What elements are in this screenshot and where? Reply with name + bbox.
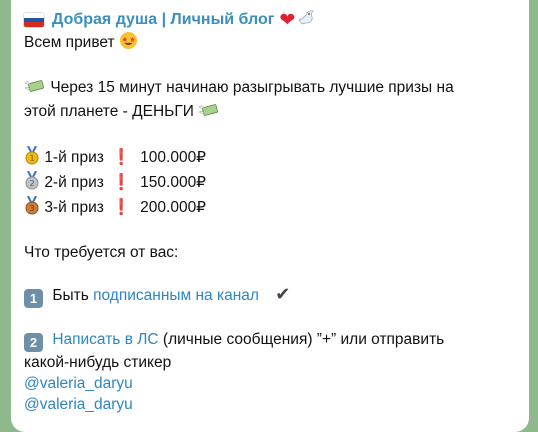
svg-text:1: 1: [29, 154, 34, 163]
write-dm-link[interactable]: Написать в ЛС: [52, 331, 158, 348]
keycap-1-icon: 1: [24, 289, 43, 308]
requirement-step-2: 2 Написать в ЛС (личные сообщения) ”+” и…: [24, 329, 515, 352]
requirement-step-2-cont: какой-нибудь стикер: [24, 354, 172, 371]
announcement-line-1: Через 15 минут начинаю разыгрывать лучши…: [24, 77, 515, 101]
exclamation-icon: ❗: [111, 174, 132, 191]
announcement-line-2: этой планете - ДЕНЬГИ: [24, 101, 515, 125]
svg-text:2: 2: [29, 179, 34, 188]
check-mark-icon: ✔: [275, 284, 291, 304]
keycap-2-icon: 2: [24, 333, 43, 352]
prize-row: 2 2-й приз ❗ 150.000₽: [24, 170, 515, 196]
greeting-line: Всем привет: [24, 31, 515, 56]
russia-flag-icon: [24, 13, 44, 27]
prize-row: 1 1-й приз ❗ 100.000₽: [24, 145, 515, 171]
svg-text:3: 3: [29, 204, 34, 213]
requirement-step-1: 1 Быть подписанным на канал ✔: [24, 284, 515, 308]
money-with-wings-icon: [198, 101, 220, 125]
prize-row: 3 3-й приз ❗ 200.000₽: [24, 195, 515, 221]
dove-icon: [297, 9, 317, 32]
heart-icon: ❤: [279, 9, 296, 31]
message-bubble: Добрая душа | Личный блог ❤ Всем привет …: [11, 0, 529, 432]
subscribe-channel-link[interactable]: подписанным на канал: [93, 287, 259, 304]
requirements-title: Что требуется от вас:: [24, 244, 179, 261]
channel-header[interactable]: Добрая душа | Личный блог ❤: [24, 9, 515, 31]
bronze-medal-icon: 3: [24, 195, 40, 221]
username-link[interactable]: @valeria_daryu: [24, 373, 515, 394]
username-link[interactable]: @valeria_daryu: [24, 394, 515, 415]
money-with-wings-icon: [24, 77, 46, 101]
silver-medal-icon: 2: [24, 170, 40, 196]
chat-background-edge: [531, 0, 538, 421]
exclamation-icon: ❗: [111, 199, 132, 216]
star-struck-emoji-icon: [119, 31, 138, 56]
gold-medal-icon: 1: [24, 145, 40, 171]
exclamation-icon: ❗: [111, 149, 132, 166]
channel-title[interactable]: Добрая душа | Личный блог: [52, 11, 274, 29]
